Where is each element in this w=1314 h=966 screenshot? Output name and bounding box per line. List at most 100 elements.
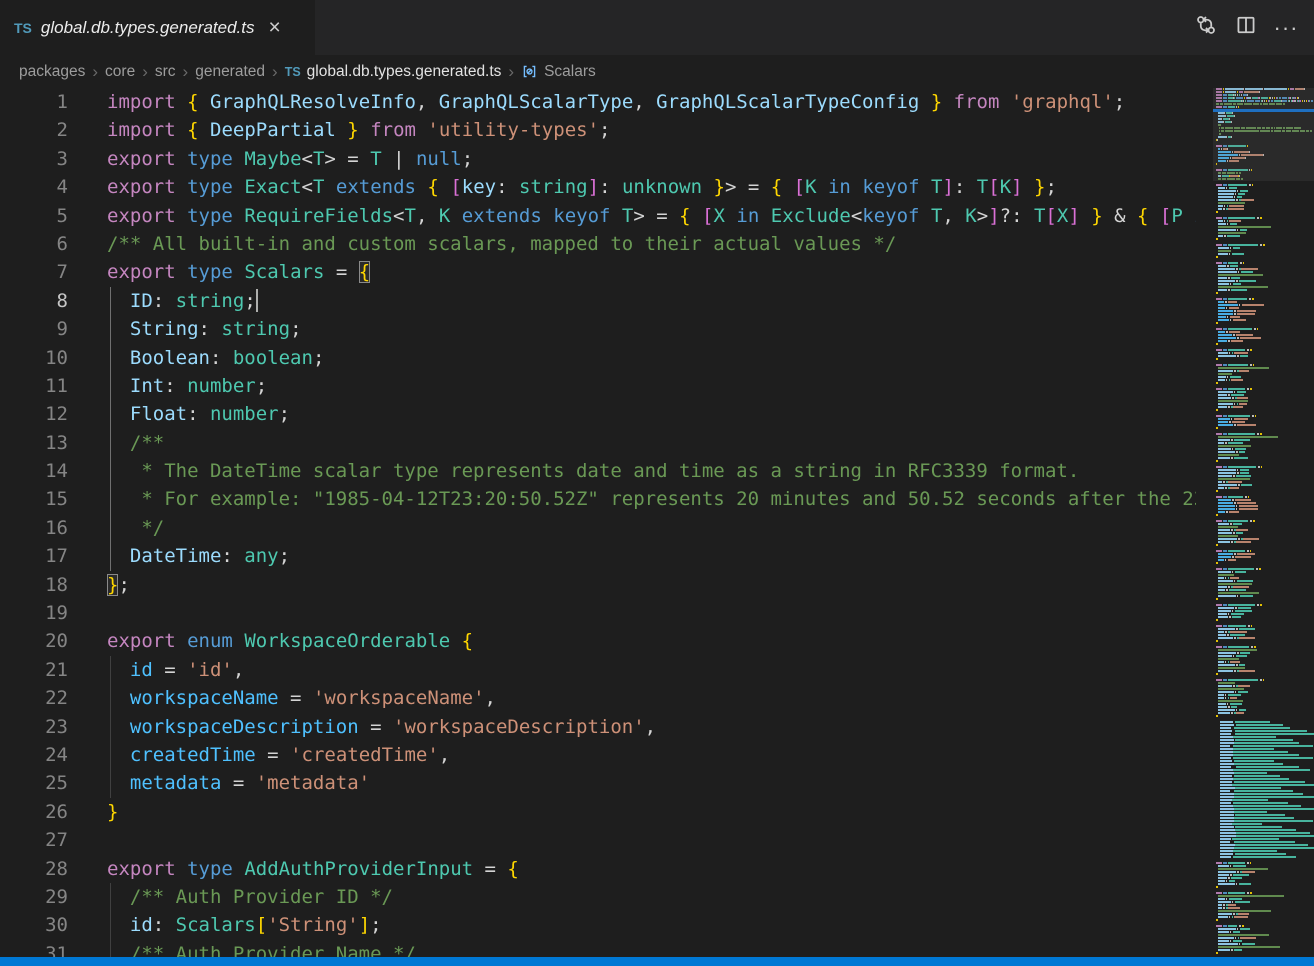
line-number[interactable]: 3 — [0, 145, 68, 173]
code-line[interactable]: 25 metadata = 'metadata' — [0, 769, 1196, 797]
tab-global-db-types-generated[interactable]: TS global.db.types.generated.ts × — [0, 0, 315, 55]
minimap-row — [1216, 910, 1314, 912]
code-line[interactable]: 17 DateTime: any; — [0, 542, 1196, 570]
minimap-row — [1216, 688, 1314, 690]
line-number[interactable]: 28 — [0, 855, 68, 883]
line-number[interactable]: 9 — [0, 315, 68, 343]
code-token — [176, 858, 187, 880]
minimap-row — [1216, 553, 1314, 555]
code-line[interactable]: 19 — [0, 599, 1196, 627]
code-line[interactable]: 28 export type AddAuthProviderInput = { — [0, 855, 1196, 883]
indent-guide — [110, 287, 111, 571]
breadcrumb-item-generated[interactable]: generated — [195, 63, 265, 81]
code-line[interactable]: 6 /** All built-in and custom scalars, ma… — [0, 230, 1196, 258]
code-line[interactable]: 29 /** Auth Provider ID */ — [0, 883, 1196, 911]
line-number[interactable]: 17 — [0, 542, 68, 570]
more-actions-button[interactable]: ··· — [1270, 12, 1302, 44]
line-number[interactable]: 31 — [0, 940, 68, 957]
line-number[interactable]: 20 — [0, 627, 68, 655]
code-line[interactable]: 5export type RequireFields<T, K extends … — [0, 202, 1196, 230]
minimap-row — [1216, 472, 1314, 474]
typescript-icon: TS — [14, 20, 32, 36]
line-number[interactable]: 29 — [0, 883, 68, 911]
line-number[interactable]: 13 — [0, 429, 68, 457]
code-line[interactable]: 9 String: string; — [0, 315, 1196, 343]
line-number[interactable]: 10 — [0, 344, 68, 372]
line-number[interactable]: 11 — [0, 372, 68, 400]
code-line[interactable]: 11 Int: number; — [0, 372, 1196, 400]
code-token: ; — [256, 375, 267, 397]
code-line[interactable]: 27 — [0, 826, 1196, 854]
breadcrumb-item-core[interactable]: core — [105, 63, 135, 81]
code-line[interactable]: 24 createdTime = 'createdTime', — [0, 741, 1196, 769]
code-token: /** All built-in and custom scalars, map… — [107, 233, 896, 255]
open-changes-button[interactable] — [1190, 12, 1222, 44]
chevron-right-icon: › — [135, 63, 155, 80]
code-token — [176, 261, 187, 283]
code-line[interactable]: 14 * The DateTime scalar type represents… — [0, 457, 1196, 485]
line-number[interactable]: 14 — [0, 457, 68, 485]
code-token: ; — [370, 914, 381, 936]
code-token: createdTime — [130, 744, 256, 766]
minimap-row — [1216, 928, 1314, 930]
minimap-row — [1216, 865, 1314, 867]
code-line[interactable]: 31 /** Auth Provider Name */ — [0, 940, 1196, 957]
code-token — [450, 630, 461, 652]
line-number[interactable]: 5 — [0, 202, 68, 230]
split-editor-button[interactable] — [1230, 12, 1262, 44]
line-number[interactable]: 30 — [0, 911, 68, 939]
code-line[interactable]: 23 workspaceDescription = 'workspaceDesc… — [0, 713, 1196, 741]
code-line[interactable]: 15 * For example: "1985-04-12T23:20:50.5… — [0, 485, 1196, 513]
code-line[interactable]: 16 */ — [0, 514, 1196, 542]
minimap-row — [1216, 523, 1314, 525]
line-number[interactable]: 8 — [0, 287, 68, 315]
code-token: T — [313, 176, 324, 198]
minimap-row — [1216, 208, 1314, 210]
vertical-scrollbar[interactable] — [1196, 88, 1213, 957]
line-number[interactable]: 26 — [0, 798, 68, 826]
code-line[interactable]: 21 id = 'id', — [0, 656, 1196, 684]
code-line[interactable]: 12 Float: number; — [0, 400, 1196, 428]
line-number[interactable]: 6 — [0, 230, 68, 258]
code-line[interactable]: 13 /** — [0, 429, 1196, 457]
code-line[interactable]: 3export type Maybe<T> = T | null; — [0, 145, 1196, 173]
breadcrumb-item-global-db-types-generated-ts[interactable]: TSglobal.db.types.generated.ts — [285, 63, 502, 81]
breadcrumb-item-src[interactable]: src — [155, 63, 176, 81]
line-number[interactable]: 27 — [0, 826, 68, 854]
code-line[interactable]: 10 Boolean: boolean; — [0, 344, 1196, 372]
minimap[interactable] — [1213, 88, 1314, 957]
line-number[interactable]: 25 — [0, 769, 68, 797]
code-token: , — [416, 91, 439, 113]
line-number[interactable]: 7 — [0, 258, 68, 286]
minimap-slider[interactable] — [1213, 88, 1314, 181]
line-number[interactable]: 18 — [0, 571, 68, 599]
line-number[interactable]: 23 — [0, 713, 68, 741]
line-number[interactable]: 19 — [0, 599, 68, 627]
line-number[interactable]: 1 — [0, 88, 68, 116]
code-editor[interactable]: 1import { GraphQLResolveInfo, GraphQLSca… — [0, 88, 1196, 957]
code-line[interactable]: 26} — [0, 798, 1196, 826]
line-number[interactable]: 22 — [0, 684, 68, 712]
code-line[interactable]: 4export type Exact<T extends { [key: str… — [0, 173, 1196, 201]
code-line[interactable]: 30 id: Scalars['String']; — [0, 911, 1196, 939]
line-number[interactable]: 12 — [0, 400, 68, 428]
line-number[interactable]: 24 — [0, 741, 68, 769]
line-number[interactable]: 2 — [0, 116, 68, 144]
close-icon[interactable]: × — [265, 16, 285, 39]
line-number[interactable]: 15 — [0, 485, 68, 513]
line-number[interactable]: 16 — [0, 514, 68, 542]
code-token: = — [221, 772, 255, 794]
line-content: export type AddAuthProviderInput = { — [107, 855, 519, 883]
code-line[interactable]: 1import { GraphQLResolveInfo, GraphQLSca… — [0, 88, 1196, 116]
minimap-row — [1216, 391, 1314, 393]
breadcrumb-item-packages[interactable]: packages — [19, 63, 85, 81]
breadcrumb-item-scalars[interactable]: Scalars — [521, 63, 596, 81]
code-line[interactable]: 8 ID: string; — [0, 287, 1196, 315]
code-line[interactable]: 7export type Scalars = { — [0, 258, 1196, 286]
code-line[interactable]: 2import { DeepPartial } from 'utility-ty… — [0, 116, 1196, 144]
line-number[interactable]: 4 — [0, 173, 68, 201]
code-line[interactable]: 18}; — [0, 571, 1196, 599]
code-line[interactable]: 20export enum WorkspaceOrderable { — [0, 627, 1196, 655]
line-number[interactable]: 21 — [0, 656, 68, 684]
code-line[interactable]: 22 workspaceName = 'workspaceName', — [0, 684, 1196, 712]
